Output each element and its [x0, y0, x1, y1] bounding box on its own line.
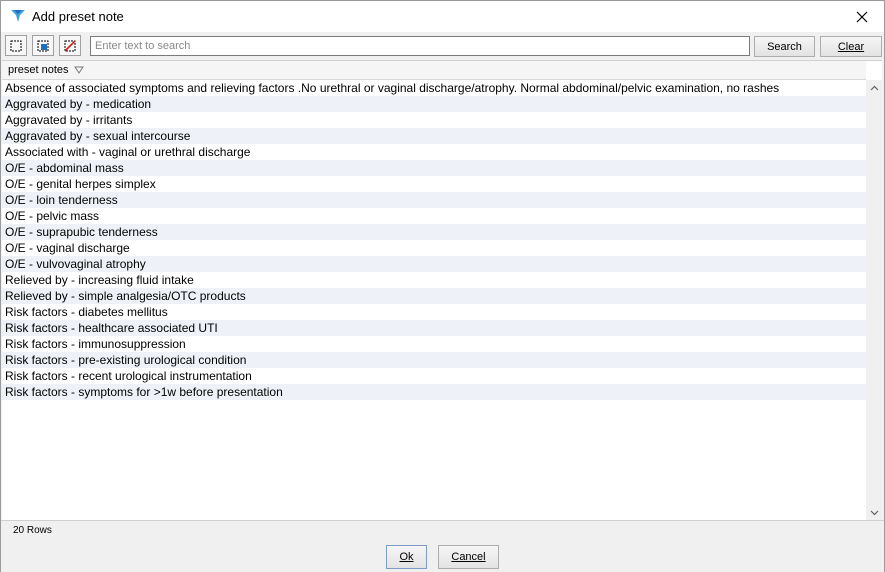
toolbar: Search Clear	[1, 32, 884, 60]
add-preset-note-dialog: Add preset note Search	[0, 0, 885, 572]
clear-selection-icon	[64, 39, 76, 52]
vertical-scrollbar[interactable]	[866, 80, 882, 521]
column-header-label: preset notes	[8, 64, 69, 76]
clear-selection-button[interactable]	[59, 35, 81, 56]
row-count: 20 Rows	[13, 525, 52, 536]
list-item[interactable]: Risk factors - symptoms for >1w before p…	[2, 384, 866, 400]
filter-icon[interactable]	[74, 65, 84, 75]
list-item[interactable]: Risk factors - pre-existing urological c…	[2, 352, 866, 368]
list-item[interactable]: O/E - vulvovaginal atrophy	[2, 256, 866, 272]
app-logo-icon	[11, 10, 25, 22]
close-icon	[856, 11, 868, 22]
preset-notes-grid: preset notes Absence of associated sympt…	[2, 60, 882, 521]
list-item[interactable]: O/E - suprapubic tenderness	[2, 224, 866, 240]
list-item[interactable]: Absence of associated symptoms and relie…	[2, 80, 866, 96]
title-bar: Add preset note	[1, 1, 884, 32]
list-item[interactable]: Aggravated by - irritants	[2, 112, 866, 128]
list-item[interactable]: O/E - genital herpes simplex	[2, 176, 866, 192]
list-item[interactable]: Risk factors - recent urological instrum…	[2, 368, 866, 384]
close-button[interactable]	[840, 1, 884, 32]
chevron-down-icon	[870, 510, 878, 516]
search-input[interactable]	[90, 36, 750, 56]
list-item[interactable]: Relieved by - simple analgesia/OTC produ…	[2, 288, 866, 304]
clear-button-label: Clear	[837, 40, 865, 53]
list-item[interactable]: O/E - vaginal discharge	[2, 240, 866, 256]
select-checked-button[interactable]	[32, 35, 54, 56]
list-item[interactable]: Risk factors - immunosuppression	[2, 336, 866, 352]
list-item[interactable]: Risk factors - diabetes mellitus	[2, 304, 866, 320]
list-item[interactable]: Relieved by - increasing fluid intake	[2, 272, 866, 288]
list-item[interactable]: Aggravated by - sexual intercourse	[2, 128, 866, 144]
scroll-up-button[interactable]	[866, 80, 882, 96]
list-item[interactable]: O/E - pelvic mass	[2, 208, 866, 224]
list-item[interactable]: Associated with - vaginal or urethral di…	[2, 144, 866, 160]
list-item[interactable]: Aggravated by - medication	[2, 96, 866, 112]
list-item[interactable]: Risk factors - healthcare associated UTI	[2, 320, 866, 336]
search-button[interactable]: Search	[754, 36, 815, 57]
ok-button[interactable]: Ok	[386, 545, 427, 569]
chevron-up-icon	[870, 85, 878, 91]
select-checked-icon	[37, 40, 49, 51]
list-item[interactable]: O/E - abdominal mass	[2, 160, 866, 176]
select-all-button[interactable]	[5, 35, 27, 56]
ok-button-label: Ok	[399, 551, 414, 563]
scroll-down-button[interactable]	[866, 505, 882, 521]
select-all-icon	[10, 40, 22, 51]
list-item[interactable]: O/E - loin tenderness	[2, 192, 866, 208]
dialog-footer: 20 Rows Ok Cancel	[1, 520, 884, 572]
cancel-button-label: Cancel	[451, 551, 486, 563]
cancel-button[interactable]: Cancel	[438, 545, 499, 569]
clear-button[interactable]: Clear	[820, 36, 882, 57]
column-header[interactable]: preset notes	[2, 61, 866, 80]
dialog-title: Add preset note	[32, 9, 124, 24]
preset-notes-list: Absence of associated symptoms and relie…	[2, 80, 866, 400]
